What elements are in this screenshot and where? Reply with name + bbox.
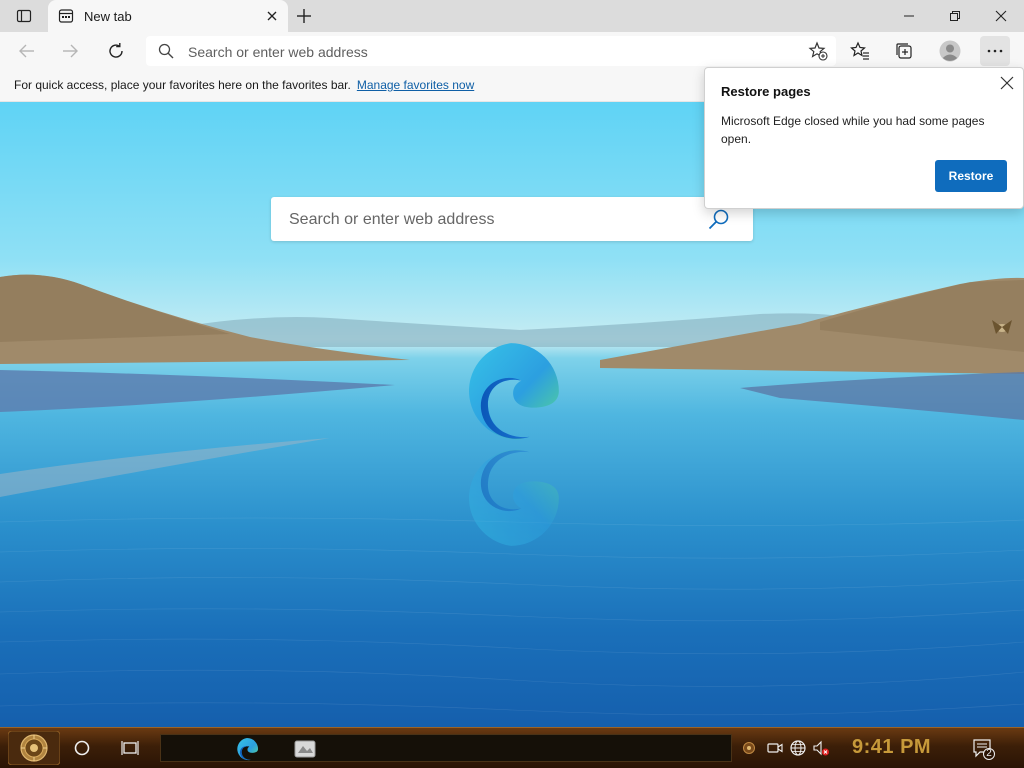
dialog-title: Restore pages [721, 84, 811, 99]
more-dots-icon [987, 49, 1003, 53]
app-taskbar-icon[interactable] [293, 737, 317, 761]
taskbar-apps [160, 734, 732, 762]
network-globe-icon[interactable] [789, 739, 807, 757]
favorites-star-list-icon [850, 41, 869, 60]
close-icon [995, 10, 1007, 22]
restore-pages-dialog: Restore pages Microsoft Edge closed whil… [704, 67, 1024, 209]
favorites-button[interactable] [845, 36, 875, 66]
refresh-button[interactable] [101, 36, 131, 66]
close-dialog-icon[interactable] [999, 75, 1015, 91]
arrow-left-icon [19, 44, 34, 58]
search-icon[interactable] [707, 207, 731, 231]
search-icon [158, 43, 174, 59]
new-tab-favicon-icon [58, 9, 74, 23]
profile-avatar-icon [939, 40, 961, 62]
restore-window-button[interactable] [932, 0, 978, 32]
collections-button[interactable] [889, 36, 919, 66]
edge-taskbar-icon[interactable] [235, 737, 259, 761]
tab-new-tab[interactable]: New tab [48, 0, 288, 32]
task-view-icon[interactable] [120, 738, 140, 758]
settings-and-more-button[interactable] [980, 36, 1010, 66]
tab-title: New tab [84, 9, 132, 24]
flying-creature-icon [992, 320, 1012, 334]
edge-logo-reflection [468, 449, 559, 546]
minimize-icon [904, 15, 914, 17]
new-tab-button[interactable] [292, 4, 316, 28]
tab-actions-icon [16, 9, 32, 23]
notification-count-badge: 2 [986, 748, 992, 759]
refresh-icon [109, 43, 123, 58]
collections-icon [896, 43, 912, 59]
navigation-toolbar [0, 32, 1024, 70]
volume-muted-icon[interactable] [812, 739, 830, 757]
dialog-message: Microsoft Edge closed while you had some… [721, 114, 985, 146]
tray-overflow-icon[interactable] [742, 741, 756, 755]
back-button[interactable] [12, 36, 42, 66]
restore-window-icon [950, 11, 960, 21]
address-input[interactable] [186, 36, 790, 68]
notification-center-button[interactable]: 2 [972, 738, 996, 760]
manage-favorites-link[interactable]: Manage favorites now [357, 78, 474, 92]
tab-actions-button[interactable] [8, 4, 40, 28]
taskbar: 9:41 PM 2 [0, 727, 1024, 768]
profile-button[interactable] [935, 36, 965, 66]
close-tab-icon[interactable] [264, 8, 280, 24]
forward-button[interactable] [55, 36, 85, 66]
minimize-button[interactable] [886, 0, 932, 32]
add-favorite-star-icon[interactable] [808, 41, 828, 61]
new-tab-search-box[interactable] [271, 197, 753, 243]
title-bar: New tab [0, 0, 1024, 32]
favorites-bar-message: For quick access, place your favorites h… [14, 78, 475, 92]
camera-icon[interactable] [766, 739, 784, 757]
plus-icon [297, 9, 311, 23]
taskbar-clock[interactable]: 9:41 PM [852, 736, 931, 759]
address-bar[interactable] [146, 36, 836, 68]
start-button-gear-icon[interactable] [8, 731, 60, 765]
close-window-button[interactable] [978, 0, 1024, 32]
cortana-circle-icon[interactable] [72, 738, 92, 758]
new-tab-search-input[interactable] [287, 197, 701, 243]
arrow-right-icon [63, 44, 78, 58]
edge-logo-icon [468, 343, 559, 440]
restore-button[interactable]: Restore [935, 160, 1007, 192]
